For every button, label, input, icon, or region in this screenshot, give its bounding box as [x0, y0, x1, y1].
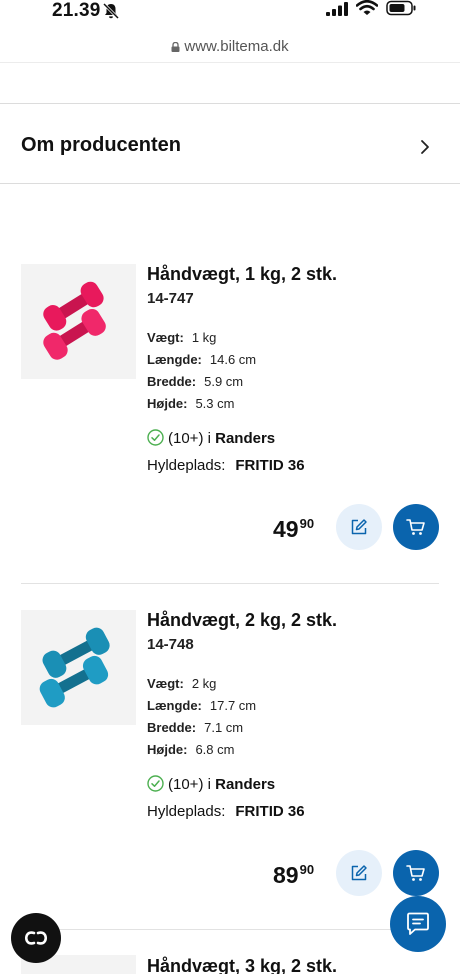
spec-label: Vægt: [147, 330, 184, 345]
price-main: 49 [273, 516, 299, 542]
spec-label: Vægt: [147, 676, 184, 691]
spec-length: Længde: 14.6 cm [147, 352, 256, 367]
spec-weight: Vægt: 2 kg [147, 676, 216, 691]
divider [21, 583, 439, 584]
chat-button[interactable] [390, 896, 446, 952]
stock-count: (10+) i [168, 776, 211, 793]
spec-value: 5.9 cm [204, 374, 244, 389]
product-sku: 14-748 [147, 636, 194, 653]
spec-value: 14.6 cm [209, 352, 257, 367]
divider [0, 62, 460, 63]
wifi-icon [356, 0, 378, 15]
add-to-list-button[interactable] [336, 504, 382, 550]
stock-status[interactable]: (10+) i Randers [147, 429, 275, 447]
price-main: 89 [273, 862, 299, 888]
product-image[interactable] [21, 264, 136, 379]
status-time: 21.39 [52, 0, 101, 21]
manufacturer-section-row[interactable]: Om producenten [0, 104, 460, 183]
bell-slash-icon [102, 2, 120, 20]
product-image[interactable] [21, 610, 136, 725]
status-bar: 21.39 [0, 0, 460, 26]
shelf-value: FRITID 36 [235, 803, 305, 820]
product-sku: 14-747 [147, 290, 194, 307]
spec-label: Højde: [147, 742, 188, 757]
spec-value: 17.7 cm [209, 698, 257, 713]
shelf-label: Hyldeplads: [147, 803, 226, 820]
stock-store: Randers [215, 430, 276, 447]
check-circle-icon [147, 429, 164, 446]
spec-height: Højde: 5.3 cm [147, 396, 234, 411]
stock-store: Randers [215, 776, 276, 793]
address-bar[interactable]: www.biltema.dk [0, 38, 460, 60]
spec-value: 1 kg [191, 330, 217, 345]
pink-dumbbells-image [43, 281, 106, 360]
divider [0, 183, 460, 184]
shelf-value: FRITID 36 [235, 457, 305, 474]
signal-icon [326, 2, 348, 16]
teal-dumbbells-image [39, 627, 110, 708]
price-decimals: 90 [299, 862, 315, 877]
spec-value: 5.3 cm [195, 396, 235, 411]
product-name[interactable]: Håndvægt, 3 kg, 2 stk. [147, 956, 337, 974]
spec-value: 7.1 cm [204, 720, 244, 735]
section-title: Om producenten [21, 134, 182, 156]
battery-icon [386, 0, 416, 16]
cookie-settings-button[interactable] [11, 913, 61, 963]
spec-value: 2 kg [191, 676, 217, 691]
spec-label: Bredde: [147, 720, 197, 735]
spec-label: Højde: [147, 396, 188, 411]
product-price: 8990 [273, 862, 314, 892]
cookie-consent-icon [24, 931, 48, 945]
spec-height: Højde: 6.8 cm [147, 742, 234, 757]
spec-value: 6.8 cm [195, 742, 235, 757]
check-circle-icon [147, 775, 164, 792]
spec-label: Længde: [147, 352, 202, 367]
divider [21, 929, 439, 930]
shelf-location: Hyldeplads: FRITID 36 [147, 457, 305, 474]
spec-label: Bredde: [147, 374, 197, 389]
add-to-cart-button[interactable] [393, 850, 439, 896]
spec-label: Længde: [147, 698, 202, 713]
spec-length: Længde: 17.7 cm [147, 698, 256, 713]
edit-icon [351, 865, 367, 881]
cart-icon [406, 519, 425, 535]
stock-status[interactable]: (10+) i Randers [147, 775, 275, 793]
cart-icon [406, 865, 425, 881]
stock-count: (10+) i [168, 430, 211, 447]
product-name[interactable]: Håndvægt, 1 kg, 2 stk. [147, 264, 337, 285]
product-name[interactable]: Håndvægt, 2 kg, 2 stk. [147, 610, 337, 631]
product-price: 4990 [273, 516, 314, 546]
url-text: www.biltema.dk [184, 38, 289, 55]
edit-icon [351, 519, 367, 535]
shelf-label: Hyldeplads: [147, 457, 226, 474]
shelf-location: Hyldeplads: FRITID 36 [147, 803, 305, 820]
spec-width: Bredde: 5.9 cm [147, 374, 243, 389]
price-decimals: 90 [299, 516, 315, 531]
lock-icon [171, 42, 180, 52]
add-to-list-button[interactable] [336, 850, 382, 896]
spec-width: Bredde: 7.1 cm [147, 720, 243, 735]
spec-weight: Vægt: 1 kg [147, 330, 216, 345]
chevron-right-icon [421, 140, 429, 154]
chat-bubble-icon [407, 912, 429, 935]
add-to-cart-button[interactable] [393, 504, 439, 550]
